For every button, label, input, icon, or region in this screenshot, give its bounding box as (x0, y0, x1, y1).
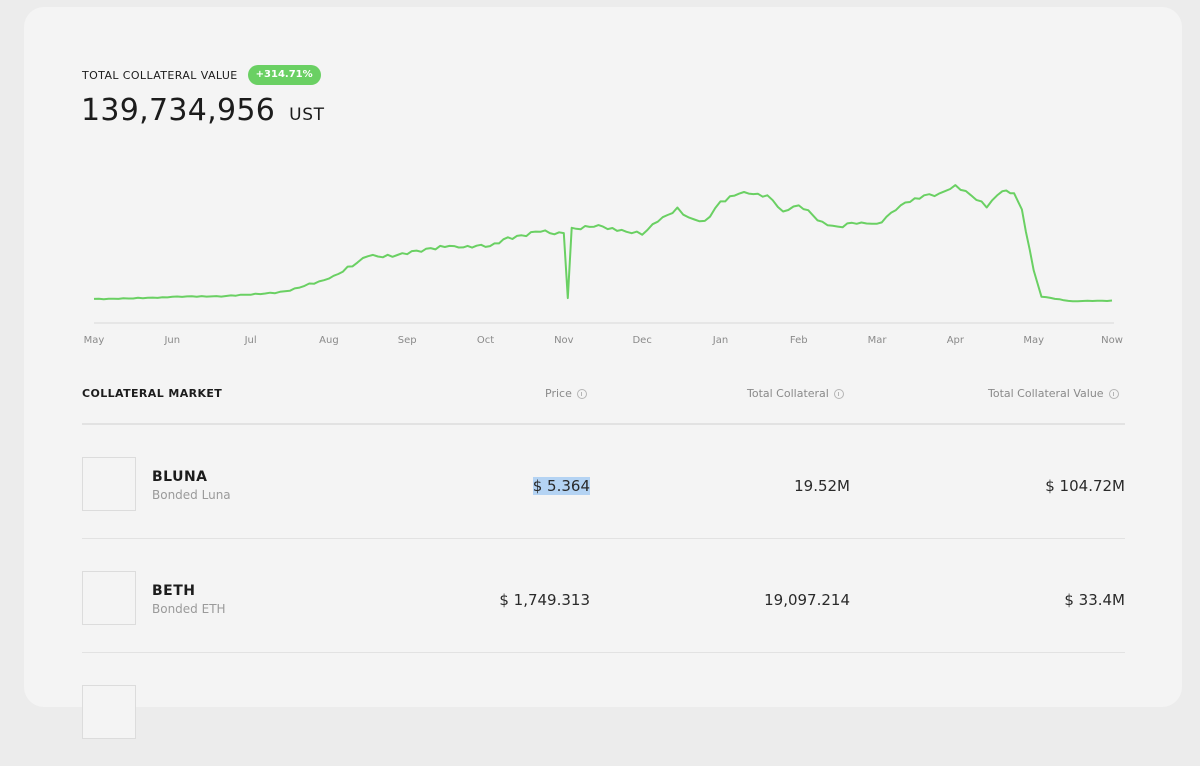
x-tick-label: Now (1101, 335, 1123, 346)
info-icon[interactable] (576, 388, 587, 399)
column-label-price: Price (545, 387, 572, 400)
price-cell: $ 5.364 (532, 477, 590, 495)
asset-name: Bonded ETH (152, 602, 226, 616)
x-tick-label: May (1023, 335, 1044, 346)
x-tick-label: Dec (632, 335, 651, 346)
beth-token-icon (82, 571, 136, 625)
x-tick-label: Mar (868, 335, 888, 346)
collateral-card: TOTAL COLLATERAL VALUE +314.71% 139,734,… (24, 7, 1182, 739)
asset-symbol: BETH (152, 583, 196, 599)
asset-name: Bonded Luna (152, 488, 231, 502)
x-tick-labels: May Jun Jul Aug Sep Oct Nov Dec Jan Feb Mar Apr May N… (84, 335, 1123, 346)
asset-symbol: BLUNA (152, 469, 208, 485)
x-tick-label: Apr (947, 335, 965, 346)
table-header: COLLATERAL MARKET Price Total Collateral… (82, 387, 1125, 407)
total-collateral-cell: 19,097.214 (764, 591, 850, 609)
x-tick-label: Oct (477, 335, 494, 346)
token-icon (82, 685, 136, 739)
x-tick-label: Aug (319, 335, 339, 346)
table-row-bluna[interactable]: BLUNA Bonded Luna $ 5.364 19.52M $ 104.7… (82, 425, 1125, 539)
table-row-partial[interactable] (82, 653, 1125, 766)
column-label-total-collateral-value: Total Collateral Value (988, 387, 1104, 400)
x-tick-label: Jul (244, 335, 257, 346)
price-cell: $ 1,749.313 (499, 591, 590, 609)
table-row-beth[interactable]: BETH Bonded ETH $ 1,749.313 19,097.214 $… (82, 539, 1125, 653)
collateral-market-title: COLLATERAL MARKET (82, 387, 223, 400)
x-tick-label: May (84, 335, 105, 346)
total-collateral-value-cell: $ 33.4M (1064, 591, 1125, 609)
x-tick-label: Feb (790, 335, 808, 346)
series-line (93, 184, 1113, 303)
x-tick-label: Jan (712, 335, 728, 346)
total-collateral-cell: 19.52M (794, 477, 850, 495)
x-tick-label: Sep (398, 335, 417, 346)
column-label-total-collateral: Total Collateral (747, 387, 829, 400)
collateral-value-chart[interactable]: May Jun Jul Aug Sep Oct Nov Dec Jan Feb Mar Apr May N… (24, 7, 1182, 367)
info-icon[interactable] (833, 388, 844, 399)
column-header-total-collateral[interactable]: Total Collateral (747, 387, 844, 400)
x-tick-label: Jun (163, 335, 180, 346)
bluna-token-icon (82, 457, 136, 511)
column-header-total-collateral-value[interactable]: Total Collateral Value (988, 387, 1119, 400)
column-header-price[interactable]: Price (545, 387, 587, 400)
total-collateral-value-cell: $ 104.72M (1045, 477, 1125, 495)
info-icon[interactable] (1108, 388, 1119, 399)
x-tick-label: Nov (554, 335, 574, 346)
